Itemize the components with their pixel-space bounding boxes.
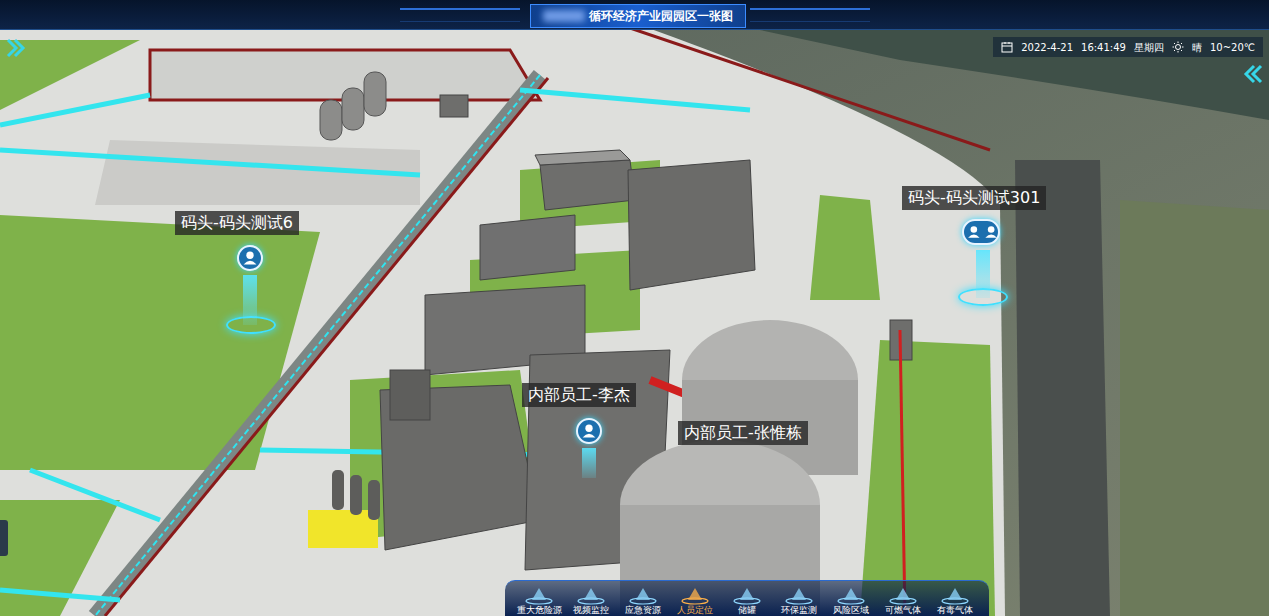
pin-label: 码头-码头测试6: [175, 211, 299, 235]
side-handle[interactable]: [0, 520, 8, 556]
expand-left-icon[interactable]: [4, 38, 26, 58]
nav-button[interactable]: 重大危险源: [515, 585, 563, 615]
nav-item-icon: [732, 585, 762, 605]
person-icon[interactable]: [962, 219, 1000, 245]
nav-label: 人员定位: [677, 605, 713, 615]
nav-label: 风险区域: [833, 605, 869, 615]
pin-beam: [582, 448, 596, 478]
nav-button[interactable]: 环保监测: [775, 585, 823, 615]
blurred-region: [543, 10, 585, 22]
pin-beam: [976, 250, 990, 298]
person-glyph-icon: [984, 222, 998, 242]
weather-text: 晴: [1192, 40, 1202, 55]
park-scene[interactable]: [0, 0, 1269, 616]
nav-button[interactable]: 风险区域: [827, 585, 875, 615]
nav-label: 有毒气体: [937, 605, 973, 615]
temperature-text: 10~20℃: [1210, 40, 1255, 55]
nav-item-icon: [836, 585, 866, 605]
pin-label: 码头-码头测试301: [902, 186, 1046, 210]
calendar-icon: [1001, 41, 1013, 53]
header-decoration: [400, 8, 520, 22]
nav-item-icon: [524, 585, 554, 605]
nav-label: 环保监测: [781, 605, 817, 615]
nav-item-icon: [576, 585, 606, 605]
title-text: 循环经济产业园园区一张图: [589, 7, 733, 25]
time-text: 16:41:49: [1081, 40, 1126, 55]
nav-item-icon: [680, 585, 710, 605]
nav-item-icon: [628, 585, 658, 605]
nav-label: 储罐: [738, 605, 756, 615]
person-icon[interactable]: [576, 418, 602, 444]
header-bar: 循环经济产业园园区一张图: [0, 0, 1269, 30]
page-title: 循环经济产业园园区一张图: [530, 4, 746, 28]
nav-button[interactable]: 视频监控: [567, 585, 615, 615]
nav-label: 应急资源: [625, 605, 661, 615]
expand-right-icon[interactable]: [1243, 64, 1265, 84]
person-glyph-icon: [239, 247, 261, 269]
nav-item-icon: [888, 585, 918, 605]
sun-icon: [1172, 41, 1184, 53]
nav-label: 重大危险源: [517, 605, 562, 615]
date-text: 2022-4-21: [1021, 40, 1073, 55]
nav-item-icon: [784, 585, 814, 605]
nav-item-icon: [940, 585, 970, 605]
pin-label: 内部员工-张惟栋: [678, 421, 808, 445]
nav-button[interactable]: 可燃气体: [879, 585, 927, 615]
nav-button[interactable]: 储罐: [723, 585, 771, 615]
nav-label: 可燃气体: [885, 605, 921, 615]
header-decoration: [750, 8, 870, 22]
pin-label: 内部员工-李杰: [522, 383, 636, 407]
person-glyph-icon: [578, 420, 600, 442]
nav-button[interactable]: 人员定位: [671, 585, 719, 615]
nav-label: 视频监控: [573, 605, 609, 615]
park-map[interactable]: 循环经济产业园园区一张图 2022-4-21 16:41:49 星期四 晴 10~20℃…: [0, 0, 1269, 616]
weekday-text: 星期四: [1134, 40, 1164, 55]
person-glyph-icon: [964, 221, 984, 243]
person-icon[interactable]: [237, 245, 263, 271]
bottom-nav: 重大危险源 视频监控 应急资源 人员定位 储罐 环保监测 风险区域 可燃气体 有毒气体: [505, 580, 989, 616]
nav-button[interactable]: 应急资源: [619, 585, 667, 615]
nav-button[interactable]: 有毒气体: [931, 585, 979, 615]
pin-beam: [243, 275, 257, 325]
datetime-bar: 2022-4-21 16:41:49 星期四 晴 10~20℃: [993, 37, 1263, 57]
